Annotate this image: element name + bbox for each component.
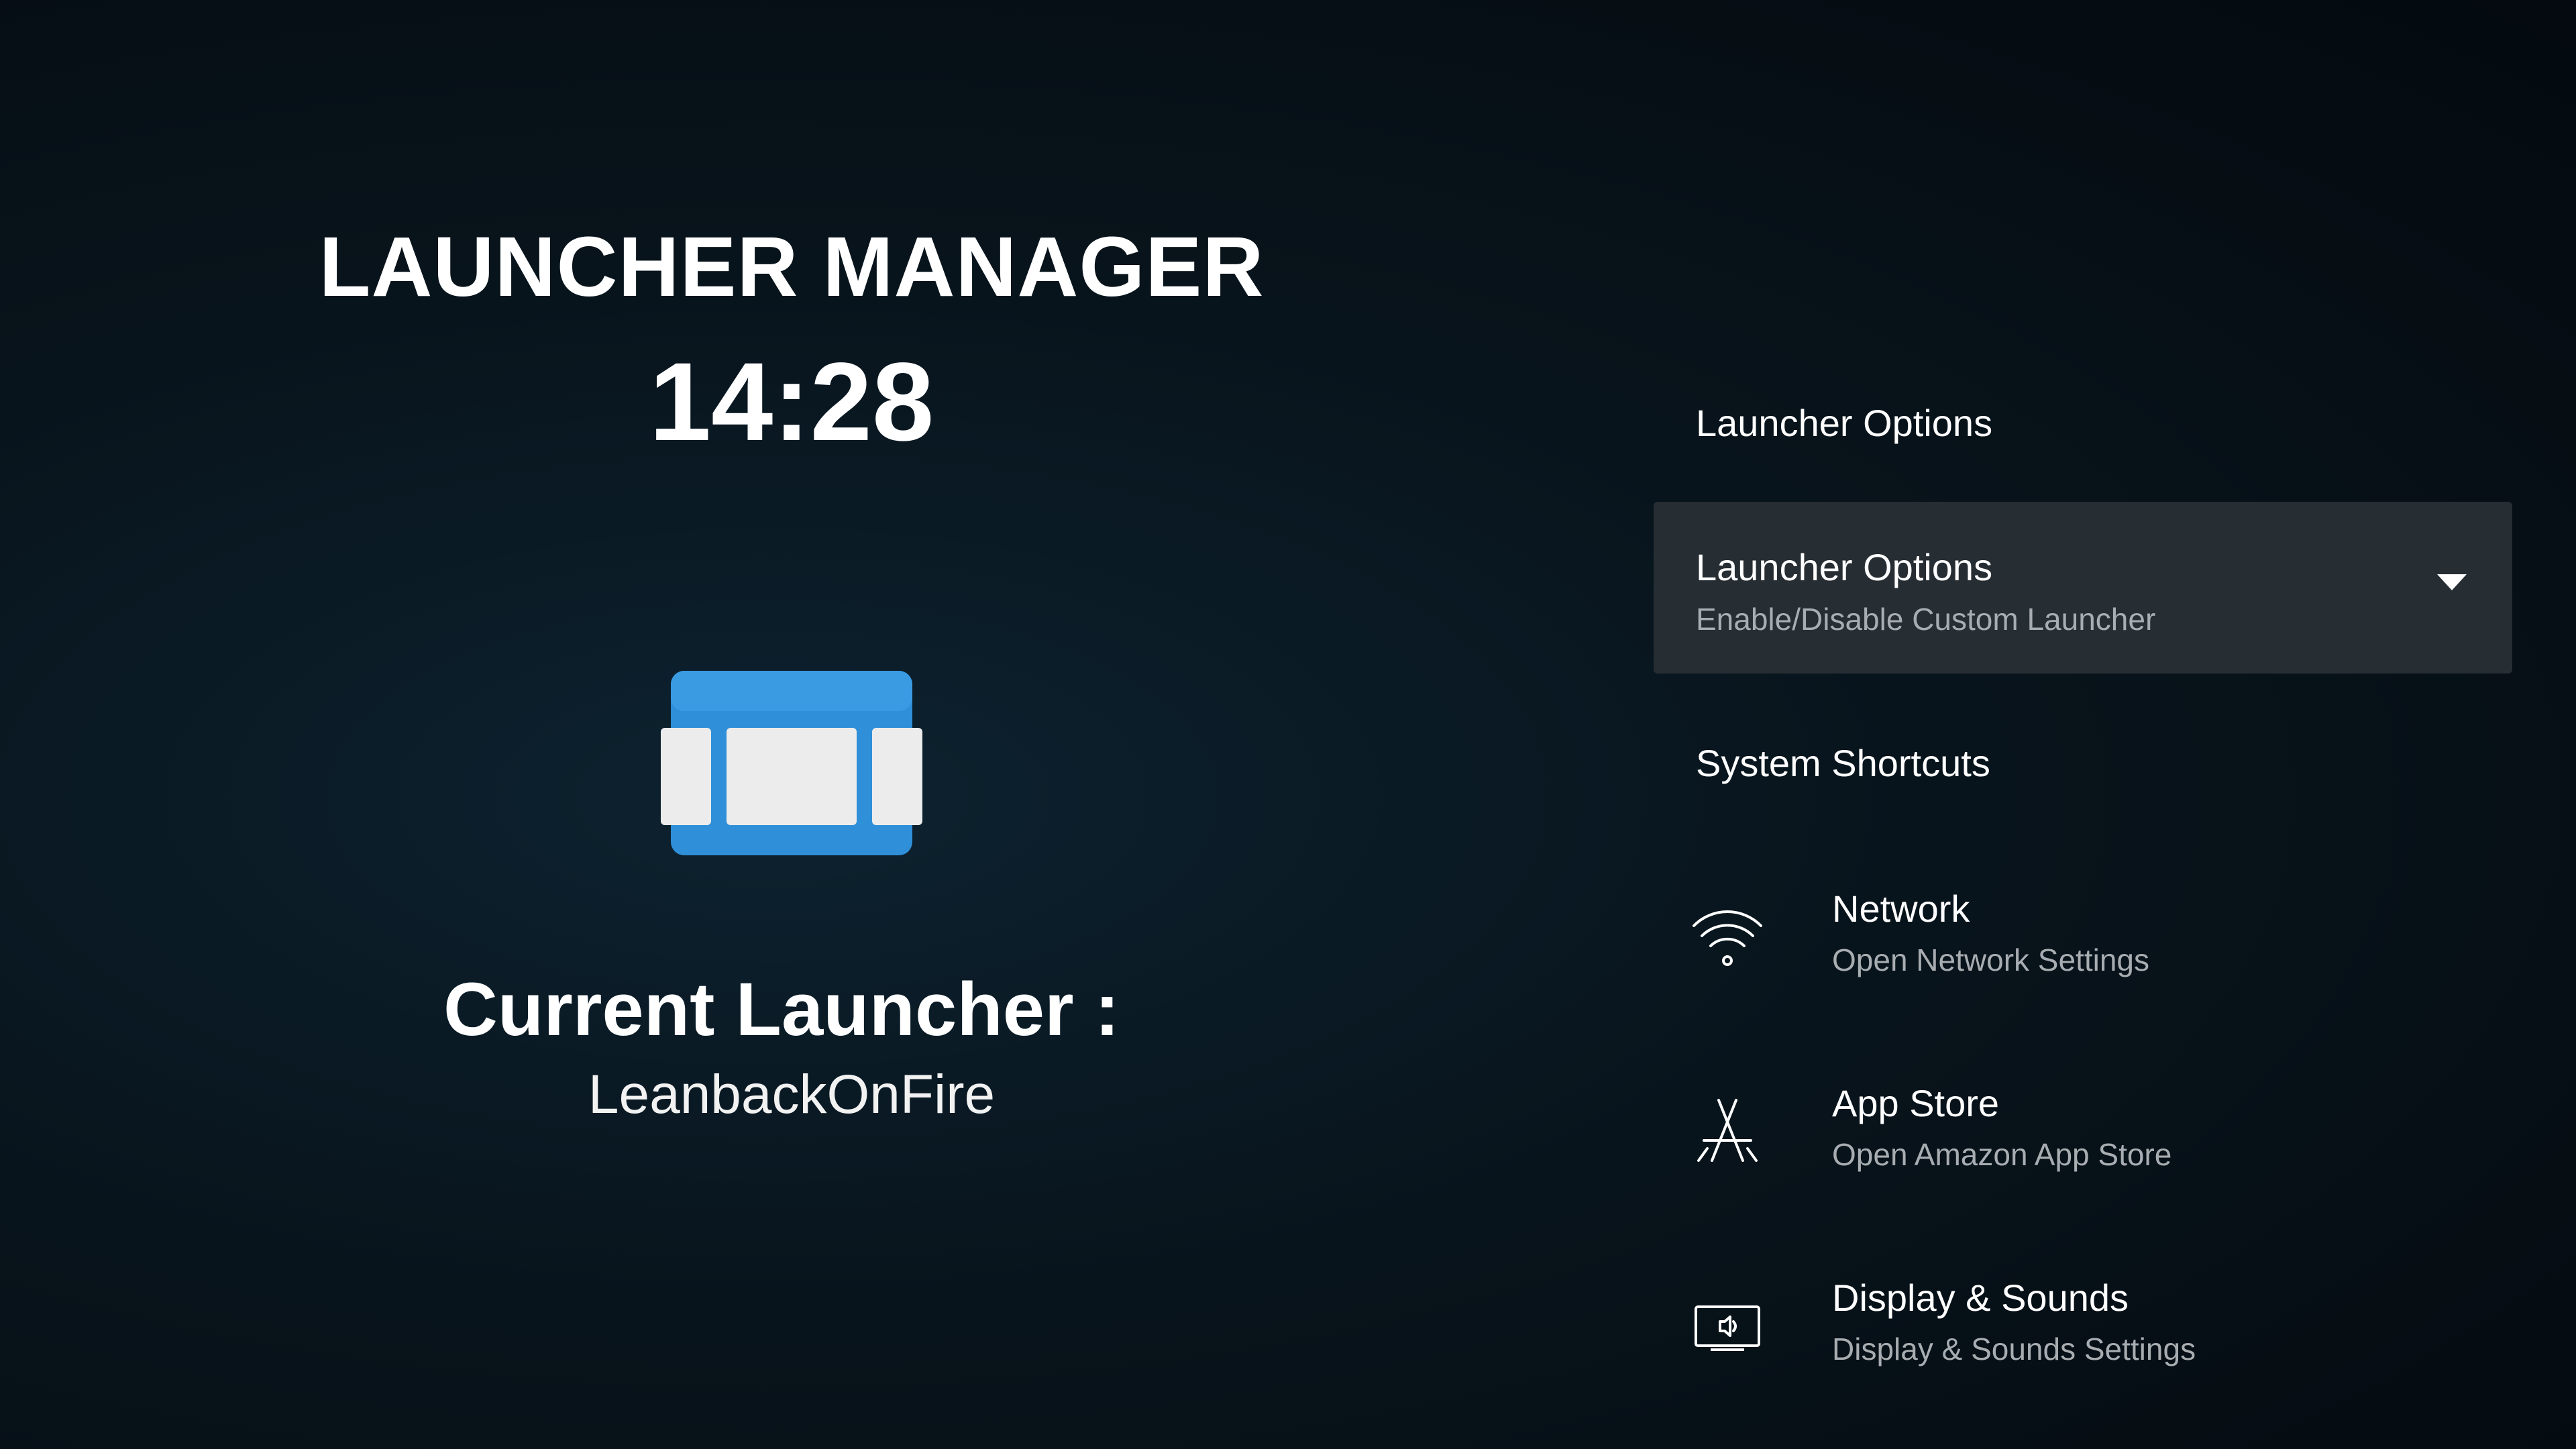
display-sound-icon xyxy=(1695,1305,1760,1351)
display-sounds-subtitle: Display & Sounds Settings xyxy=(1832,1332,2196,1366)
launcher-cards-icon xyxy=(661,671,922,855)
wifi-icon xyxy=(1693,910,1762,966)
chevron-down-icon xyxy=(2437,574,2467,590)
app-store-subtitle: Open Amazon App Store xyxy=(1832,1137,2172,1172)
system-shortcuts-section-header: System Shortcuts xyxy=(1696,742,1990,784)
app-store-icon xyxy=(1697,1099,1758,1162)
launcher-options-dropdown[interactable]: Launcher Options Enable/Disable Custom L… xyxy=(1654,502,2512,674)
launcher-options-subtitle: Enable/Disable Custom Launcher xyxy=(1696,602,2156,637)
launcher-options-title: Launcher Options xyxy=(1696,546,1993,588)
settings-menu: Launcher Options Launcher Options Enable… xyxy=(1650,0,2512,1449)
app-store-shortcut[interactable]: App Store Open Amazon App Store xyxy=(1690,1081,2496,1216)
current-launcher-value: LeanbackOnFire xyxy=(588,1064,996,1125)
network-subtitle: Open Network Settings xyxy=(1832,943,2150,977)
network-shortcut[interactable]: Network Open Network Settings xyxy=(1690,887,2496,1021)
current-launcher-label: Current Launcher : xyxy=(443,967,1120,1051)
clock: 14:28 xyxy=(649,340,934,464)
launcher-info-panel: LAUNCHER MANAGER 14:28 Current Launcher … xyxy=(0,0,1583,1449)
app-title: LAUNCHER MANAGER xyxy=(319,219,1265,314)
display-sounds-title: Display & Sounds xyxy=(1832,1277,2129,1319)
network-title: Network xyxy=(1832,888,1970,930)
display-sounds-shortcut[interactable]: Display & Sounds Display & Sounds Settin… xyxy=(1690,1276,2496,1410)
launcher-options-section-header: Launcher Options xyxy=(1696,402,1993,444)
app-store-title: App Store xyxy=(1832,1082,2000,1124)
